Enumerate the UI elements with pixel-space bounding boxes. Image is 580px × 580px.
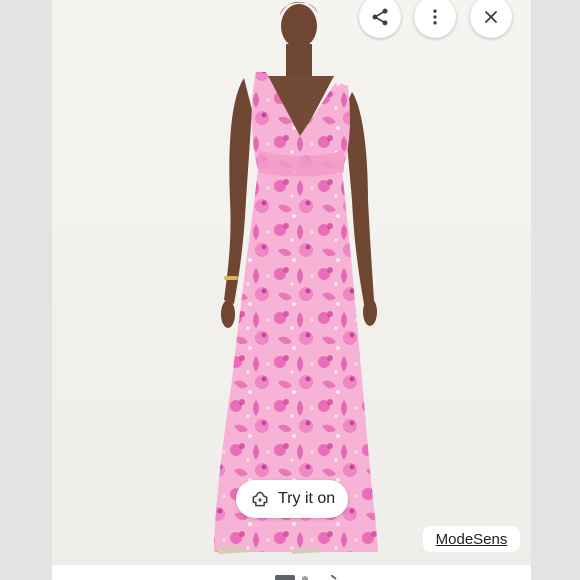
image-viewer: Try it on ModeSens xyxy=(52,0,531,580)
share-icon xyxy=(372,8,388,26)
thumbnail-icon xyxy=(275,575,295,580)
try-on-sparkle-icon xyxy=(252,491,268,507)
source-link[interactable]: ModeSens xyxy=(423,526,520,552)
source-label: ModeSens xyxy=(435,530,508,548)
try-it-on-label: Try it on xyxy=(278,490,336,507)
more-vertical-icon xyxy=(433,9,437,25)
close-icon xyxy=(485,11,497,23)
try-it-on-button[interactable]: Try it on xyxy=(236,480,348,518)
chevron-right-icon[interactable] xyxy=(329,575,339,580)
pager-dot-icon xyxy=(302,576,308,580)
bottom-strip xyxy=(52,565,531,580)
